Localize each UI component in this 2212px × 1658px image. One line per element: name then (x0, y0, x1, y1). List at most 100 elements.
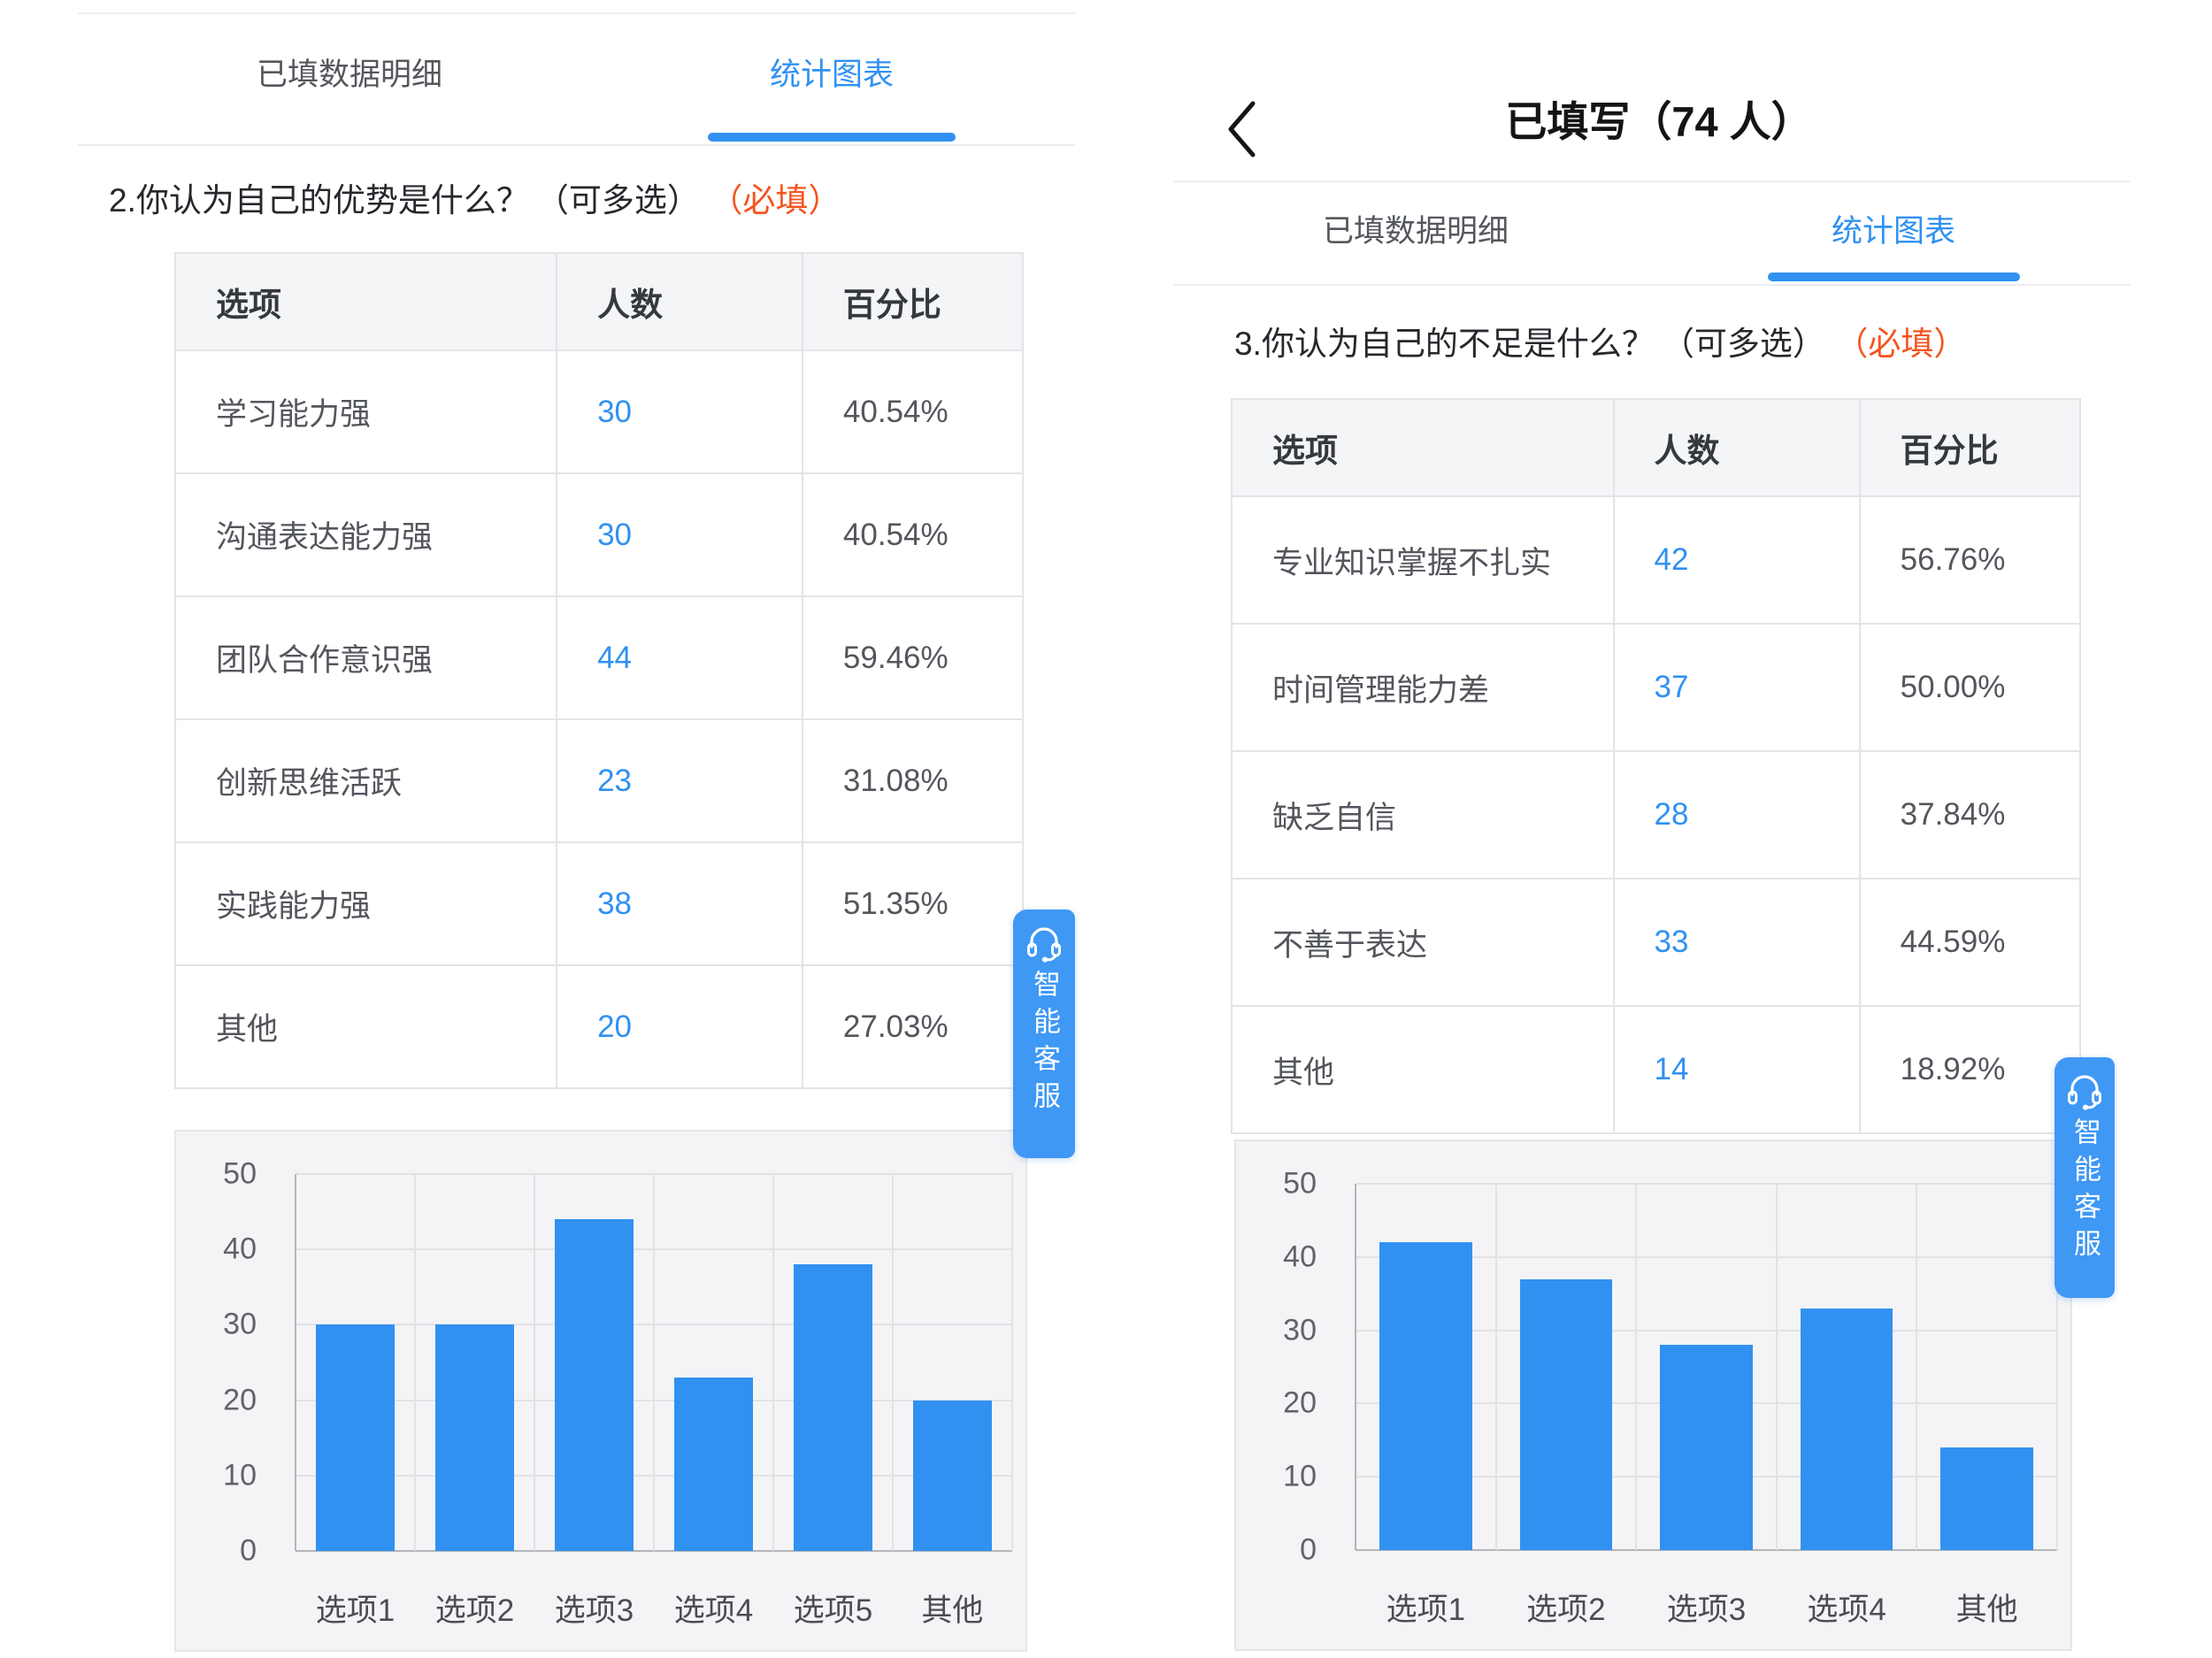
y-axis-line (1355, 1184, 1356, 1550)
smart-service-label: 智能客服 (1026, 970, 1062, 1118)
active-tab-indicator (708, 133, 956, 142)
bar-其他 (913, 1401, 992, 1551)
count-cell[interactable]: 30 (557, 473, 803, 596)
question-required-badge: （必填） (726, 182, 841, 219)
question-multi-hint: （可多选） (1662, 326, 1825, 362)
question-title-q3: 3.你认为自己的不足是什么？（可多选） （必填） (1234, 322, 1966, 366)
table-row: 其他2027.03% (175, 965, 1023, 1088)
x-category-label: 选项2 (415, 1588, 534, 1634)
top-divider (78, 12, 1075, 14)
table-row: 沟通表达能力强3040.54% (175, 473, 1023, 596)
gridline (534, 1174, 535, 1551)
y-tick-label: 0 (1300, 1533, 1317, 1568)
column-header: 百分比 (1860, 399, 2080, 496)
y-tick-label: 10 (223, 1458, 257, 1493)
count-cell[interactable]: 28 (1614, 751, 1860, 879)
count-cell[interactable]: 23 (557, 719, 803, 842)
x-category-label: 选项1 (1356, 1587, 1496, 1633)
option-cell: 缺乏自信 (1232, 751, 1614, 879)
gridline (653, 1174, 655, 1551)
gridline (772, 1174, 774, 1551)
table-row: 学习能力强3040.54% (175, 350, 1023, 473)
percent-cell: 56.76% (1860, 496, 2080, 624)
y-tick-label: 20 (1283, 1386, 1317, 1421)
smart-service-button[interactable]: 智能客服 (1013, 910, 1075, 1158)
stats-table-q3: 选项人数百分比专业知识掌握不扎实4256.76%时间管理能力差3750.00%缺… (1231, 398, 2081, 1134)
percent-cell: 59.46% (803, 596, 1023, 719)
tab-filled-data-detail[interactable]: 已填数据明细 (217, 53, 482, 97)
tabbar-divider (78, 144, 1075, 146)
percent-cell: 51.35% (803, 842, 1023, 965)
bar-选项4 (1801, 1309, 1893, 1550)
question-text: 3.你认为自己的不足是什么？ (1234, 326, 1655, 362)
x-category-label: 选项4 (1777, 1587, 1917, 1633)
count-cell[interactable]: 37 (1614, 624, 1860, 751)
y-tick-label: 50 (223, 1157, 257, 1192)
y-tick-label: 50 (1283, 1167, 1317, 1201)
y-tick-label: 40 (1283, 1240, 1317, 1274)
question-text: 2.你认为自己的优势是什么？ (109, 182, 529, 219)
x-category-label: 选项3 (534, 1588, 654, 1634)
y-tick-label: 10 (1283, 1460, 1317, 1494)
column-header: 选项 (1232, 399, 1614, 496)
option-cell: 其他 (1232, 1006, 1614, 1133)
option-cell: 其他 (175, 965, 557, 1088)
count-cell[interactable]: 38 (557, 842, 803, 965)
gridline (1011, 1174, 1013, 1551)
percent-cell: 37.84% (1860, 751, 2080, 879)
question-title-q2: 2.你认为自己的优势是什么？（可多选） （必填） (109, 179, 841, 223)
count-cell[interactable]: 44 (557, 596, 803, 719)
x-category-label: 其他 (1916, 1587, 2057, 1633)
y-tick-label: 30 (1283, 1313, 1317, 1347)
percent-cell: 40.54% (803, 350, 1023, 473)
count-cell[interactable]: 33 (1614, 879, 1860, 1006)
y-tick-label: 20 (223, 1383, 257, 1417)
percent-cell: 27.03% (803, 965, 1023, 1088)
table-row: 缺乏自信2837.84% (1232, 751, 2080, 879)
column-header: 百分比 (803, 253, 1023, 350)
percent-cell: 40.54% (803, 473, 1023, 596)
count-cell[interactable]: 14 (1614, 1006, 1860, 1133)
gridline (1776, 1184, 1778, 1550)
gridline (414, 1174, 416, 1551)
bar-选项3 (555, 1219, 634, 1551)
option-cell: 时间管理能力差 (1232, 624, 1614, 751)
bar-选项3 (1660, 1345, 1753, 1550)
question-required-badge: （必填） (1852, 326, 1967, 362)
smart-service-label: 智能客服 (2067, 1117, 2102, 1266)
headset-icon (2065, 1073, 2104, 1110)
percent-cell: 31.08% (803, 719, 1023, 842)
gridline (1356, 1183, 2057, 1185)
question-multi-hint: （可多选） (536, 182, 700, 219)
tab-filled-data-detail[interactable]: 已填数据明细 (1283, 210, 1548, 254)
active-tab-indicator (1768, 272, 2020, 281)
percent-cell: 44.59% (1860, 879, 2080, 1006)
page-title: 已填写（74 人） (1106, 94, 2212, 150)
smart-service-button[interactable]: 智能客服 (2055, 1057, 2115, 1298)
table-row: 创新思维活跃2331.08% (175, 719, 1023, 842)
gridline (1495, 1184, 1497, 1550)
count-cell[interactable]: 42 (1614, 496, 1860, 624)
bar-选项4 (674, 1378, 753, 1551)
bar-选项1 (1379, 1242, 1472, 1550)
x-category-label: 选项3 (1636, 1587, 1777, 1633)
y-tick-label: 0 (240, 1534, 257, 1569)
x-category-label: 其他 (893, 1588, 1012, 1634)
x-category-label: 选项4 (654, 1588, 773, 1634)
tab-statistics-chart[interactable]: 统计图表 (699, 53, 964, 97)
x-category-label: 选项1 (296, 1588, 415, 1634)
tabbar-divider (1174, 284, 2130, 286)
option-cell: 沟通表达能力强 (175, 473, 557, 596)
bar-选项1 (316, 1324, 395, 1551)
option-cell: 专业知识掌握不扎实 (1232, 496, 1614, 624)
option-cell: 不善于表达 (1232, 879, 1614, 1006)
column-header: 选项 (175, 253, 557, 350)
headset-icon (1025, 925, 1064, 963)
table-row: 专业知识掌握不扎实4256.76% (1232, 496, 2080, 624)
count-cell[interactable]: 20 (557, 965, 803, 1088)
stats-table-q2: 选项人数百分比学习能力强3040.54%沟通表达能力强3040.54%团队合作意… (174, 252, 1024, 1089)
percent-cell: 18.92% (1860, 1006, 2080, 1133)
count-cell[interactable]: 30 (557, 350, 803, 473)
bar-选项5 (794, 1264, 872, 1551)
tab-statistics-chart[interactable]: 统计图表 (1761, 210, 2026, 254)
